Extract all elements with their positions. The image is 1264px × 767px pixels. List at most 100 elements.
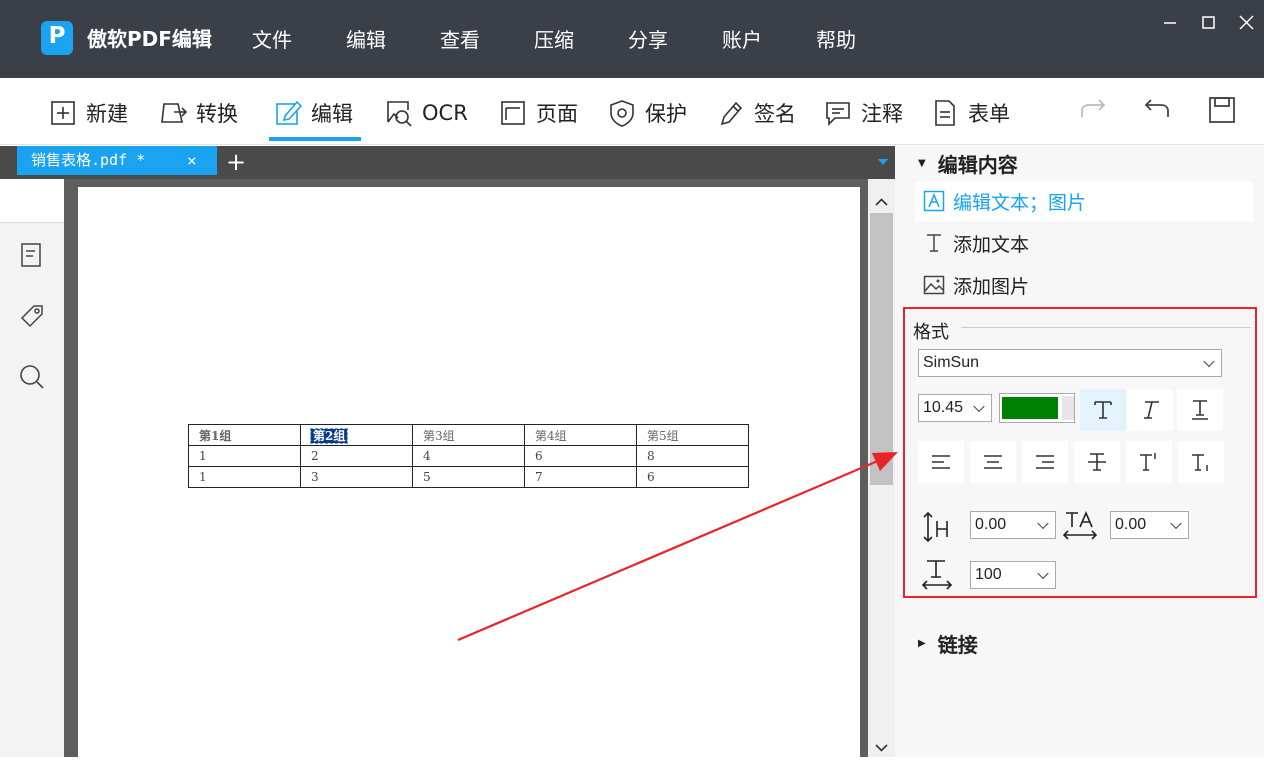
table-cell[interactable]: 第3组 <box>412 424 525 446</box>
shield-icon <box>610 100 634 127</box>
link-section-title: 链接 <box>937 633 978 657</box>
toolbar-page-button[interactable]: 页面 <box>498 96 578 130</box>
subscript-button[interactable] <box>1178 441 1224 483</box>
toolbar-protect-button[interactable]: 保护 <box>607 96 687 130</box>
toolbar-new-button[interactable]: 新建 <box>48 96 128 130</box>
toolbar-sign-button[interactable]: 签名 <box>716 96 796 130</box>
char-spacing-select[interactable]: 0.00 <box>1110 511 1189 539</box>
table-row: 1 2 4 6 8 <box>188 445 749 467</box>
align-right-icon <box>1036 455 1054 469</box>
menu-account[interactable]: 账户 <box>722 24 816 53</box>
table-cell[interactable]: 2 <box>300 445 413 467</box>
search-icon[interactable] <box>17 362 47 392</box>
bookmark-tag-icon[interactable] <box>17 301 47 331</box>
table-cell[interactable]: 第4组 <box>524 424 637 446</box>
table-cell[interactable]: 1 <box>188 445 301 467</box>
collapse-triangle-icon: ▼ <box>918 158 926 169</box>
add-tab-button[interactable]: + <box>226 148 246 176</box>
scroll-down-icon[interactable] <box>874 740 889 755</box>
document-viewer: 第1组 第2组 第3组 第4组 第5组 1 2 4 6 8 1 3 5 7 6 <box>64 179 868 767</box>
logo-letter: P <box>48 23 66 49</box>
tab-dropdown-icon[interactable] <box>878 159 888 165</box>
edit-text-image-item[interactable]: 编辑文本；图片 <box>915 181 1253 221</box>
table-cell-selected[interactable]: 第2组 <box>300 424 413 446</box>
menu-share[interactable]: 分享 <box>628 24 722 53</box>
scrollbar-thumb[interactable] <box>870 213 893 485</box>
edit-content-section-header[interactable]: ▼ 编辑内容 <box>918 149 1018 178</box>
edit-content-title: 编辑内容 <box>937 153 1018 177</box>
toolbar-protect-label: 保护 <box>645 102 687 126</box>
align-center-button[interactable] <box>970 441 1016 483</box>
strikethrough-button[interactable] <box>1074 441 1120 483</box>
table-cell[interactable]: 4 <box>412 445 525 467</box>
table-cell[interactable]: 5 <box>412 466 525 488</box>
char-spacing-value: 0.00 <box>1115 516 1147 533</box>
superscript-icon <box>1140 453 1156 471</box>
color-dropdown-icon[interactable] <box>1062 396 1074 420</box>
table-cell[interactable]: 第5组 <box>636 424 749 446</box>
add-text-item[interactable]: 添加文本 <box>915 223 1253 263</box>
document-tab-title: 销售表格.pdf * <box>31 151 146 169</box>
edit-text-image-label: 编辑文本；图片 <box>953 191 1087 214</box>
font-color-picker[interactable] <box>999 393 1075 423</box>
add-image-item[interactable]: 添加图片 <box>915 265 1253 305</box>
table-cell[interactable]: 7 <box>524 466 637 488</box>
superscript-button[interactable] <box>1126 441 1172 483</box>
table-cell[interactable]: 6 <box>524 445 637 467</box>
chevron-down-icon <box>1037 567 1049 580</box>
font-family-value: SimSun <box>923 354 980 371</box>
maximize-icon[interactable] <box>1200 14 1220 32</box>
table-cell[interactable]: 3 <box>300 466 413 488</box>
toolbar-annotate-button[interactable]: 注释 <box>823 96 903 130</box>
char-spacing-icon <box>1062 510 1098 540</box>
pdf-page[interactable]: 第1组 第2组 第3组 第4组 第5组 1 2 4 6 8 1 3 5 7 6 <box>78 187 860 767</box>
toolbar-form-button[interactable]: 表单 <box>930 96 1010 130</box>
font-size-select[interactable]: 10.45 <box>918 394 992 422</box>
italic-button[interactable] <box>1127 389 1173 431</box>
minimize-icon[interactable] <box>1161 14 1181 32</box>
toolbar-edit-label: 编辑 <box>311 102 353 126</box>
table-cell[interactable]: 8 <box>636 445 749 467</box>
line-spacing-select[interactable]: 0.00 <box>970 511 1056 539</box>
toolbar-ocr-button[interactable]: OCR <box>384 96 468 130</box>
menu-edit[interactable]: 编辑 <box>346 24 440 53</box>
selected-text[interactable]: 第2组 <box>309 427 349 444</box>
table-cell[interactable]: 6 <box>636 466 749 488</box>
toolbar-edit-button[interactable]: 编辑 <box>273 96 353 130</box>
link-section-header[interactable]: ▶ 链接 <box>918 629 978 658</box>
menu-view[interactable]: 查看 <box>440 24 534 53</box>
menu-file[interactable]: 文件 <box>252 24 346 53</box>
chevron-down-icon <box>1203 355 1215 368</box>
scroll-up-icon[interactable] <box>874 195 889 210</box>
table-header-row: 第1组 第2组 第3组 第4组 第5组 <box>188 424 749 446</box>
sales-table: 第1组 第2组 第3组 第4组 第5组 1 2 4 6 8 1 3 5 7 6 <box>188 424 749 488</box>
app-logo-icon: P <box>41 21 73 55</box>
close-tab-icon[interactable]: × <box>187 146 197 175</box>
table-row: 1 3 5 7 6 <box>188 466 749 488</box>
vertical-scrollbar[interactable] <box>868 179 895 757</box>
redo-icon[interactable] <box>1078 95 1108 125</box>
toolbar-convert-button[interactable]: 转换 <box>158 96 238 130</box>
font-family-select[interactable]: SimSun <box>918 349 1222 377</box>
align-right-button[interactable] <box>1022 441 1068 483</box>
text-scale-select[interactable]: 100 <box>970 561 1056 589</box>
align-left-button[interactable] <box>918 441 964 483</box>
line-spacing-icon <box>923 511 948 543</box>
app-name: 傲软PDF编辑 <box>87 27 212 51</box>
text-scale-icon <box>921 560 953 590</box>
thumbnails-icon[interactable] <box>17 240 47 270</box>
regular-text-button[interactable] <box>1080 389 1126 431</box>
underline-button[interactable] <box>1177 389 1223 431</box>
close-window-icon[interactable] <box>1237 14 1257 32</box>
menu-compress[interactable]: 压缩 <box>534 24 628 53</box>
image-icon <box>923 275 945 295</box>
toolbar-annotate-label: 注释 <box>861 102 903 126</box>
page-icon <box>501 101 525 125</box>
document-tab[interactable]: 销售表格.pdf * × <box>17 146 217 175</box>
table-cell[interactable]: 1 <box>188 466 301 488</box>
table-cell[interactable]: 第1组 <box>188 424 301 446</box>
menu-help[interactable]: 帮助 <box>816 24 910 53</box>
undo-icon[interactable] <box>1142 95 1172 125</box>
format-panel: 格式 SimSun 10.45 0.00 0.00 100 <box>903 307 1257 598</box>
save-icon[interactable] <box>1207 95 1237 125</box>
